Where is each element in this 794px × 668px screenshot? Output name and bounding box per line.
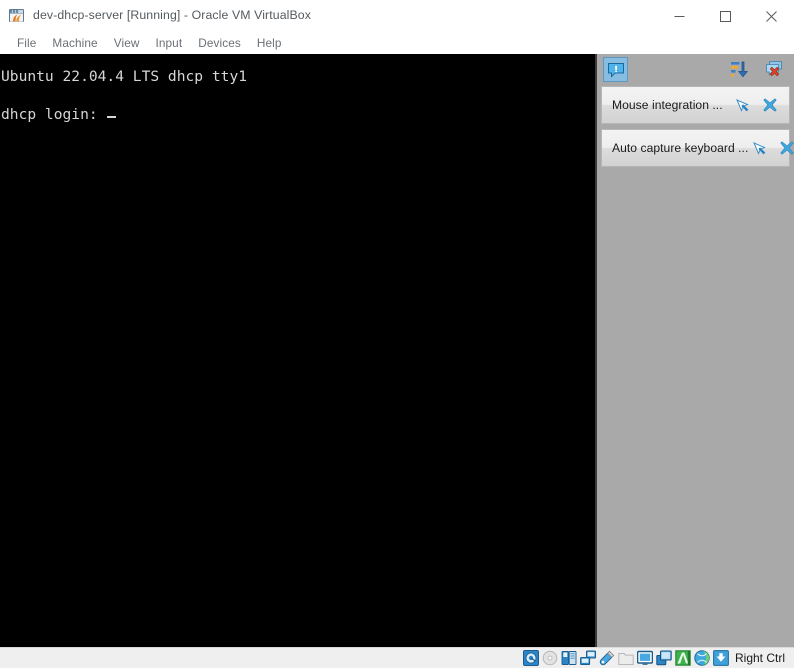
mouse-integration-icon[interactable] (694, 650, 710, 666)
notification-item-auto-capture-keyboard[interactable]: Auto capture keyboard ... (601, 129, 794, 167)
window-controls (656, 0, 794, 32)
console-login-prompt: dhcp login: (1, 106, 107, 123)
vm-display[interactable]: Ubuntu 22.04.4 LTS dhcp tty1 dhcp login: (0, 54, 595, 647)
floppy-drive-icon[interactable] (561, 650, 577, 666)
menu-view[interactable]: View (106, 34, 148, 52)
minimize-button[interactable] (656, 0, 702, 32)
clear-all-notifications-icon[interactable] (763, 58, 785, 80)
menu-input[interactable]: Input (147, 34, 190, 52)
menu-help[interactable]: Help (249, 34, 290, 52)
title-bar: dev-dhcp-server [Running] - Oracle VM Vi… (0, 0, 794, 32)
window-title: dev-dhcp-server [Running] - Oracle VM Vi… (33, 8, 311, 22)
close-button[interactable] (748, 0, 794, 32)
network-icon[interactable] (580, 650, 596, 666)
optical-drive-icon[interactable] (542, 650, 558, 666)
menu-bar: File Machine View Input Devices Help (0, 32, 794, 54)
host-key-icon[interactable] (713, 650, 729, 666)
menu-devices[interactable]: Devices (190, 34, 249, 52)
notification-item-mouse-integration[interactable]: Mouse integration ... (601, 86, 790, 124)
host-key-label: Right Ctrl (734, 651, 785, 665)
menu-machine[interactable]: Machine (44, 34, 105, 52)
notification-panel-header (597, 54, 794, 86)
video-capture-icon[interactable] (656, 650, 672, 666)
display-icon[interactable] (636, 650, 653, 666)
close-notification-icon[interactable] (776, 137, 794, 159)
notification-bubble-icon[interactable] (603, 57, 628, 82)
shared-folders-icon[interactable] (618, 650, 634, 666)
notification-text: Auto capture keyboard ... (612, 141, 749, 155)
virtualbox-icon (8, 7, 26, 25)
notification-panel: Mouse integration ... Auto capture keybo… (595, 54, 794, 647)
virtualbox-window: dev-dhcp-server [Running] - Oracle VM Vi… (0, 0, 794, 668)
maximize-button[interactable] (702, 0, 748, 32)
hard-disk-icon[interactable] (522, 650, 539, 666)
menu-file[interactable]: File (9, 34, 44, 52)
sort-descending-icon[interactable] (728, 58, 750, 80)
pin-notification-icon[interactable] (731, 94, 753, 116)
console-line-login: dhcp login: (1, 105, 117, 124)
virtualization-icon[interactable] (675, 650, 691, 666)
close-notification-icon[interactable] (759, 94, 781, 116)
usb-icon[interactable] (599, 650, 615, 666)
notification-text: Mouse integration ... (612, 98, 723, 112)
console-line-os: Ubuntu 22.04.4 LTS dhcp tty1 (1, 68, 248, 85)
pin-notification-icon[interactable] (748, 137, 770, 159)
console-cursor (107, 116, 117, 118)
status-bar: Right Ctrl (0, 647, 794, 668)
